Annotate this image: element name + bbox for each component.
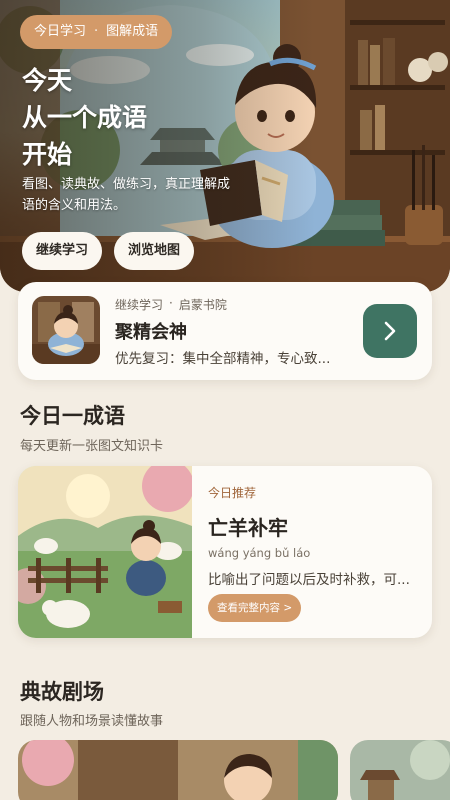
hero-title-line2: 从一个成语 (22, 103, 148, 132)
story-card-illustration (350, 740, 450, 800)
daily-idiom-title: 亡羊补牢 (208, 516, 288, 540)
hero-description: 看图、读典故、做练习，真正理解成语的含义和用法。 (22, 177, 231, 213)
hero-title-line1: 今天 (22, 66, 73, 95)
daily-idiom-section-title: 今日一成语 (20, 404, 125, 428)
continue-card-subtitle: 优先复习：集中全部精神，专心致... (115, 351, 331, 367)
story-theater-section-title: 典故剧场 (20, 680, 104, 704)
continue-card-place: 启蒙书院 (178, 298, 227, 312)
continue-learning-button[interactable]: 继续学习 (22, 232, 103, 270)
hero-title: 今天 从一个成语 开始 (22, 62, 147, 173)
story-card[interactable] (350, 740, 450, 800)
idiom-illustration (18, 466, 192, 638)
lesson-thumbnail (32, 296, 100, 364)
hero-banner: 今日学习 · 图解成语 今天 从一个成语 开始 看图、读典故、做练习，真正理解成… (0, 0, 450, 292)
continue-card-title: 聚精会神 (115, 322, 187, 343)
continue-card-separator: · (169, 296, 173, 310)
hero-tag-category: 图解成语 (106, 24, 159, 39)
continue-card-label: 继续学习 (115, 298, 164, 312)
hero-title-line3: 开始 (22, 140, 73, 169)
daily-idiom-description: 比喻出了问题以后及时补救，可... (208, 572, 410, 588)
story-theater-section-subtitle: 跟随人物和场景读懂故事 (20, 714, 164, 729)
hero-tag-badge: 今日学习 · 图解成语 (20, 15, 173, 49)
browse-map-button[interactable]: 浏览地图 (114, 232, 195, 270)
daily-idiom-section-subtitle: 每天更新一张图文知识卡 (20, 439, 164, 454)
view-full-content-button[interactable]: 查看完整内容 > (208, 594, 302, 622)
continue-arrow-button[interactable] (363, 304, 417, 358)
chevron-right-icon (384, 321, 396, 341)
hero-tag-label: 今日学习 (34, 24, 87, 39)
daily-idiom-card[interactable]: 今日推荐 亡羊补牢 wáng yáng bǔ láo 比喻出了问题以后及时补救，… (18, 466, 432, 638)
daily-recommend-label: 今日推荐 (208, 486, 257, 500)
hero-tag-separator: · (94, 24, 99, 39)
daily-idiom-pinyin: wáng yáng bǔ láo (208, 546, 311, 560)
story-card[interactable] (18, 740, 338, 800)
continue-card-meta: 继续学习 · 启蒙书院 (115, 296, 227, 313)
story-card-illustration (18, 740, 338, 800)
continue-learning-card[interactable]: 继续学习 · 启蒙书院 聚精会神 优先复习：集中全部精神，专心致... (18, 282, 432, 380)
